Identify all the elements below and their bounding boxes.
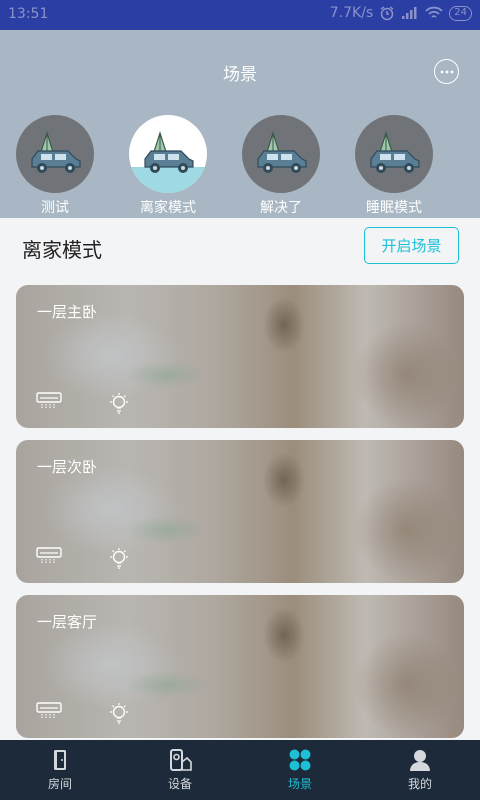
light-bulb-icon	[110, 548, 128, 569]
signal-icon	[401, 6, 419, 20]
room-card[interactable]: 一层主卧	[16, 285, 464, 428]
air-conditioner-icon	[36, 702, 62, 726]
network-speed: 7.7K/s	[329, 5, 374, 21]
room-device-icons	[36, 702, 131, 726]
scene-list: 测试 离家模式 解决了 睡眠模式	[0, 115, 480, 218]
scene-label: 离家模式	[140, 200, 196, 216]
scene-item[interactable]: 离家模式	[118, 115, 218, 218]
mode-title: 离家模式	[22, 238, 102, 262]
wifi-icon	[425, 6, 443, 20]
battery-icon: 24	[449, 5, 472, 21]
scene-label: 睡眠模式	[366, 200, 422, 216]
status-time: 13:51	[8, 6, 49, 22]
room-device-icons	[36, 547, 131, 571]
scene-car-icon	[242, 115, 320, 193]
door-icon	[54, 750, 66, 770]
user-icon	[410, 750, 430, 771]
start-scene-button[interactable]: 开启场景	[364, 227, 459, 264]
device-icon	[170, 749, 192, 771]
tab-scenes[interactable]: 场景	[240, 740, 360, 800]
status-icons: 7.7K/s 24	[330, 5, 472, 21]
scene-item[interactable]: 睡眠模式	[344, 115, 444, 218]
air-conditioner-icon	[36, 547, 62, 563]
more-icon	[440, 70, 453, 73]
room-name: 一层次卧	[37, 458, 98, 476]
room-card[interactable]: 一层客厅	[16, 595, 464, 738]
air-conditioner-icon	[36, 702, 62, 718]
scene-car-icon	[129, 115, 207, 193]
page-title: 场景	[223, 65, 257, 85]
room-name: 一层客厅	[37, 613, 98, 631]
status-bar: 13:51 7.7K/s 24	[0, 0, 480, 30]
air-conditioner-icon	[36, 392, 62, 416]
tab-mine[interactable]: 我的	[360, 740, 480, 800]
bottom-tab-bar: 房间 设备 场景 我的	[0, 740, 480, 800]
more-button[interactable]	[434, 59, 459, 84]
scene-label: 解决了	[260, 200, 302, 216]
tab-label: 我的	[407, 777, 432, 791]
tab-label: 房间	[47, 777, 72, 791]
light-bulb-icon	[110, 703, 128, 724]
tab-label: 场景	[287, 777, 312, 791]
air-conditioner-icon	[36, 547, 62, 571]
scene-car-icon	[355, 115, 433, 193]
air-conditioner-icon	[36, 392, 62, 408]
room-name: 一层主卧	[37, 303, 98, 321]
tab-devices[interactable]: 设备	[120, 740, 240, 800]
tab-label: 设备	[167, 777, 192, 791]
scene-label: 测试	[41, 200, 69, 216]
scene-item[interactable]: 测试	[5, 115, 105, 218]
light-bulb-icon	[107, 702, 131, 726]
scene-item[interactable]: 解决了	[231, 115, 331, 218]
light-bulb-icon	[110, 393, 128, 414]
alarm-icon	[379, 5, 395, 21]
scene-car-icon	[16, 115, 94, 193]
scene-header: 场景 测试 离家模式 解决了 睡眠模式	[0, 30, 480, 218]
light-bulb-icon	[107, 547, 131, 571]
room-device-icons	[36, 392, 131, 416]
tab-rooms[interactable]: 房间	[0, 740, 120, 800]
light-bulb-icon	[107, 392, 131, 416]
room-card[interactable]: 一层次卧	[16, 440, 464, 583]
scene-icon	[289, 749, 311, 771]
